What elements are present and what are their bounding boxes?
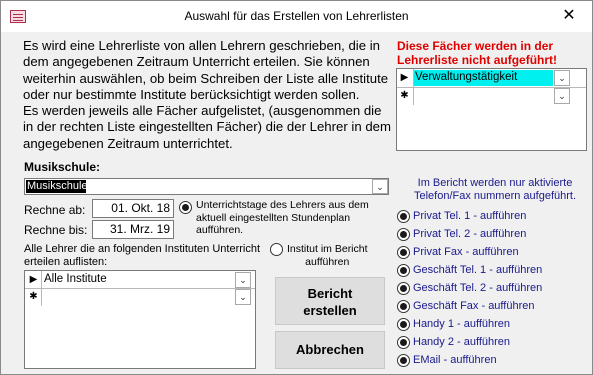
row-divider (25, 288, 255, 289)
handy-1-label: Handy 1 - aufführen (413, 318, 511, 330)
email-radio[interactable] (397, 354, 410, 367)
heading-line: Lehrerliste nicht aufgeführt! (397, 53, 558, 67)
cancel-button[interactable]: Abbrechen (275, 331, 385, 369)
label-line: Alle Lehrer die an folgenden Instituten … (24, 243, 261, 255)
institute-value[interactable]: Alle Institute (44, 273, 107, 285)
intro-line: dem angegebenen Zeitraum Unterricht erte… (23, 54, 370, 70)
window-title: Auswahl für das Erstellen von Lehrerlist… (184, 9, 409, 23)
info-line: Telefon/Fax nummern aufgeführt. (413, 190, 577, 202)
handy-2-radio[interactable] (397, 336, 410, 349)
from-date-field[interactable]: 01. Okt. 18 (92, 199, 174, 218)
intro-line: weiterhin auswählen, ob beim Schreiben d… (23, 70, 389, 86)
excluded-subjects-heading: Diese Fächer werden in der Lehrerliste n… (397, 39, 587, 67)
option-line: aufführen. (196, 224, 244, 236)
to-date-field[interactable]: 31. Mrz. 19 (92, 220, 174, 239)
new-row-icon: ✱ (29, 291, 38, 302)
geschaeft-fax-radio[interactable] (397, 300, 410, 313)
intro-line: in der rechten Liste eingestellten Fäche… (23, 119, 391, 135)
dialog-window: Auswahl für das Erstellen von Lehrerlist… (0, 0, 593, 375)
intro-text: Es wird eine Lehrerliste von allen Lehre… (23, 38, 391, 152)
school-value: Musikschule (27, 180, 88, 192)
report-info-text: Im Bericht werden nur aktivierte Telefon… (399, 177, 591, 203)
geschaeft-tel-2-radio[interactable] (397, 282, 410, 295)
scope-institute-label: Institut im Bericht aufführen (287, 243, 368, 268)
option-line: Institut im Bericht (287, 243, 368, 255)
geschaeft-tel-1-radio[interactable] (397, 264, 410, 277)
info-line: Im Bericht werden nur aktivierte (417, 177, 573, 189)
label-line: erteilen auflisten: (24, 256, 108, 268)
chevron-down-icon[interactable]: ⌄ (372, 179, 388, 194)
new-row-icon: ✱ (400, 90, 409, 101)
option-line: Unterrichtstage des Lehrers aus dem (196, 199, 369, 211)
close-button[interactable]: ✕ (546, 1, 592, 32)
intro-line: Es werden jeweils alle Fächer aufgeliste… (23, 103, 382, 119)
email-label: EMail - aufführen (413, 354, 497, 366)
geschaeft-tel-2-label: Geschäft Tel. 2 - aufführen (413, 282, 543, 294)
excluded-subjects-list: ▶ Verwaltungstätigkeit ⌄ ✱ ⌄ (396, 68, 587, 151)
heading-line: Diese Fächer werden in der (397, 39, 554, 53)
option-line: aktuell eingestellten Stundenplan (196, 211, 351, 224)
button-line: Bericht (307, 286, 353, 301)
handy-1-radio[interactable] (397, 318, 410, 331)
row-selector-icon[interactable]: ▶ (28, 272, 39, 288)
privat-tel-1-label: Privat Tel. 1 - aufführen (413, 210, 527, 222)
institutes-list: ▶ Alle Institute ⌄ ✱ ⌄ (24, 270, 256, 369)
privat-fax-radio[interactable] (397, 246, 410, 259)
school-label: Musikschule: (24, 160, 101, 174)
chevron-down-icon[interactable]: ⌄ (235, 272, 251, 288)
scope-institute-radio[interactable] (270, 243, 283, 256)
privat-tel-2-label: Privat Tel. 2 - aufführen (413, 228, 527, 240)
school-select[interactable]: Musikschule ⌄ (24, 178, 389, 195)
intro-line: oder nur bestimmte Institute berücksicht… (23, 86, 360, 102)
chevron-down-icon[interactable]: ⌄ (554, 88, 570, 104)
column-divider (413, 69, 414, 105)
create-report-button[interactable]: Bericht erstellen (275, 277, 385, 325)
privat-fax-label: Privat Fax - aufführen (413, 246, 519, 258)
handy-2-label: Handy 2 - aufführen (413, 336, 511, 348)
row-selector-icon[interactable]: ▶ (399, 70, 410, 86)
chevron-down-icon[interactable]: ⌄ (235, 289, 251, 305)
privat-tel-1-radio[interactable] (397, 210, 410, 223)
geschaeft-fax-label: Geschäft Fax - aufführen (413, 300, 535, 312)
option-line: aufführen (305, 255, 350, 268)
excluded-subject-value[interactable]: Verwaltungstätigkeit (415, 71, 517, 83)
to-label: Rechne bis: (24, 223, 88, 237)
chevron-down-icon[interactable]: ⌄ (554, 70, 570, 86)
institutes-label: Alle Lehrer die an folgenden Instituten … (24, 243, 260, 269)
from-label: Rechne ab: (24, 203, 86, 217)
geschaeft-tel-1-label: Geschäft Tel. 1 - aufführen (413, 264, 543, 276)
scope-timetable-label: Unterrichtstage des Lehrers aus dem aktu… (196, 199, 369, 237)
intro-line: Es wird eine Lehrerliste von allen Lehre… (23, 38, 381, 53)
button-line: erstellen (303, 303, 357, 318)
column-divider (41, 271, 42, 306)
privat-tel-2-radio[interactable] (397, 228, 410, 241)
title-bar: Auswahl für das Erstellen von Lehrerlist… (1, 1, 592, 32)
intro-line: angegebenen Zeitraum unterrichtet. (23, 135, 233, 151)
scope-timetable-radio[interactable] (179, 201, 192, 214)
